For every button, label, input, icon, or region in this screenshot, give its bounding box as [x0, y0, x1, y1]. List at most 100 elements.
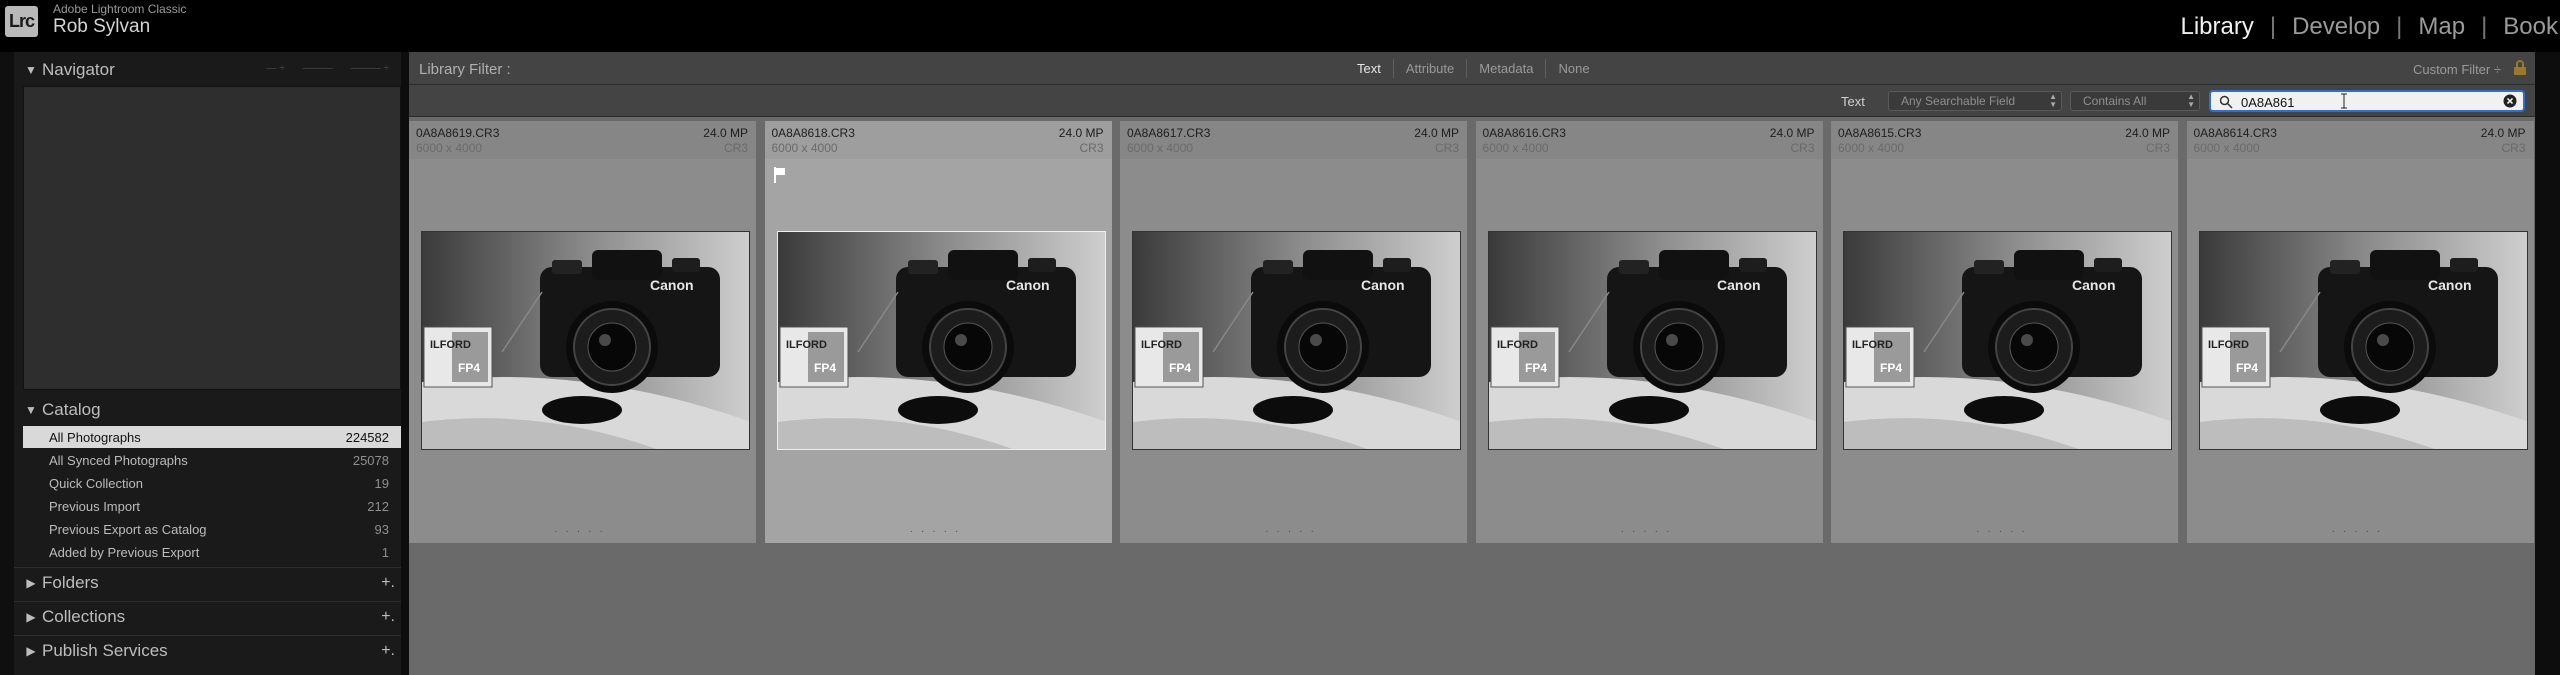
rating-dots[interactable]: ·····	[1831, 526, 2178, 537]
svg-text:Canon: Canon	[2072, 277, 2116, 293]
file-name: 0A8A8617.CR3	[1127, 126, 1211, 140]
navigator-title: Navigator	[42, 60, 115, 79]
module-library[interactable]: Library	[2178, 13, 2255, 41]
svg-text:FP4: FP4	[1880, 361, 1902, 375]
add-publish-service-icon[interactable]: +.	[381, 642, 395, 660]
cell-header: 0A8A8615.CR3 24.0 MP 6000 x 4000 CR3	[1831, 121, 2178, 159]
thumbnail-cell[interactable]: 0A8A8617.CR3 24.0 MP 6000 x 4000 CR3 ILFORD…	[1120, 121, 1469, 543]
folders-title: Folders	[42, 573, 99, 592]
catalog-item-added-by-export[interactable]: Added by Previous Export 1	[23, 541, 401, 563]
navigator-zoom-options[interactable]: — ÷ ——— ——— ÷	[266, 63, 389, 74]
cell-header: 0A8A8617.CR3 24.0 MP 6000 x 4000 CR3	[1120, 121, 1467, 159]
rating-dots[interactable]: ·····	[1476, 526, 1823, 537]
search-field[interactable]	[2209, 90, 2525, 112]
dimensions: 6000 x 4000	[2193, 141, 2260, 155]
catalog-item-label: Previous Import	[49, 498, 141, 514]
dimensions: 6000 x 4000	[1482, 141, 1549, 155]
photo-thumbnail[interactable]: ILFORD FP4 Canon	[421, 231, 750, 450]
catalog-item-all-synced[interactable]: All Synced Photographs 25078	[23, 449, 401, 471]
publish-services-header[interactable]: ▶ Publish Services +.	[14, 635, 401, 667]
file-extension: CR3	[723, 141, 748, 155]
svg-text:ILFORD: ILFORD	[786, 339, 827, 351]
megapixels: 24.0 MP	[1414, 126, 1459, 140]
rating-dots[interactable]: ·····	[409, 526, 756, 537]
module-book[interactable]: Book	[2501, 13, 2560, 41]
searchable-field-dropdown[interactable]: Any Searchable Field ▲ ▼	[1888, 91, 2062, 111]
app-name: Adobe Lightroom Classic	[53, 2, 187, 16]
photo-thumbnail[interactable]: ILFORD FP4 Canon	[776, 231, 1106, 450]
catalog-item-label: Quick Collection	[49, 475, 143, 491]
photo-thumbnail[interactable]: ILFORD FP4 Canon	[1132, 231, 1461, 450]
navigator-header[interactable]: ▼ Navigator — ÷ ——— ——— ÷	[14, 54, 401, 86]
flag-icon[interactable]	[773, 167, 786, 183]
grid-empty-space[interactable]	[409, 543, 2535, 675]
thumbnail-cell[interactable]: 0A8A8615.CR3 24.0 MP 6000 x 4000 CR3 ILFORD…	[1831, 121, 2180, 543]
module-develop[interactable]: Develop	[2290, 13, 2382, 41]
catalog-header[interactable]: ▼ Catalog	[14, 394, 401, 426]
file-extension: CR3	[2145, 141, 2170, 155]
dropdown-value: Contains All	[2083, 94, 2147, 108]
tab-attribute[interactable]: Attribute	[1394, 59, 1466, 78]
camera-photo-thumbnail: ILFORD FP4 Canon	[1488, 232, 1816, 449]
module-map[interactable]: Map	[2416, 13, 2467, 41]
svg-text:FP4: FP4	[458, 361, 480, 375]
search-icon[interactable]	[2219, 95, 2233, 109]
cell-header: 0A8A8614.CR3 24.0 MP 6000 x 4000 CR3	[2186, 121, 2534, 159]
megapixels: 24.0 MP	[703, 126, 748, 140]
module-separator: |	[2269, 13, 2277, 40]
catalog-item-label: All Photographs	[49, 429, 141, 445]
svg-text:ILFORD: ILFORD	[430, 339, 471, 351]
thumbnail-cell[interactable]: 0A8A8616.CR3 24.0 MP 6000 x 4000 CR3 ILFORD…	[1475, 121, 1825, 543]
identity-plate: Lrc Adobe Lightroom Classic Rob Sylvan L…	[0, 0, 2560, 52]
camera-photo-thumbnail: ILFORD FP4 Canon	[777, 232, 1105, 449]
navigator-preview[interactable]	[23, 86, 401, 390]
catalog-item-all-photographs[interactable]: All Photographs 224582	[23, 426, 401, 448]
updown-arrow-icon: ▲ ▼	[2187, 92, 2195, 109]
rating-dots[interactable]: ·····	[765, 526, 1112, 537]
cell-header: 0A8A8619.CR3 24.0 MP 6000 x 4000 CR3	[409, 121, 756, 159]
file-name: 0A8A8618.CR3	[771, 126, 855, 140]
photo-thumbnail[interactable]: ILFORD FP4 Canon	[2198, 231, 2528, 450]
collapse-triangle-icon: ▼	[25, 63, 37, 77]
rating-dots[interactable]: ·····	[1120, 526, 1467, 537]
thumbnail-cell[interactable]: 0A8A8618.CR3 24.0 MP 6000 x 4000 CR3 ILFORD…	[764, 121, 1114, 543]
catalog-title: Catalog	[42, 400, 101, 419]
svg-text:Canon: Canon	[1717, 277, 1761, 293]
tab-none[interactable]: None	[1546, 59, 1601, 78]
thumbnail-grid[interactable]: 0A8A8619.CR3 24.0 MP 6000 x 4000 CR3 ILFORD…	[409, 117, 2536, 675]
megapixels: 24.0 MP	[2480, 126, 2526, 140]
custom-filter-preset[interactable]: Custom Filter ÷	[2413, 62, 2501, 77]
catalog-item-previous-export[interactable]: Previous Export as Catalog 93	[23, 518, 401, 540]
svg-text:FP4: FP4	[2236, 361, 2258, 375]
clear-search-icon[interactable]	[2503, 94, 2517, 108]
catalog-item-previous-import[interactable]: Previous Import 212	[23, 495, 401, 517]
expand-triangle-icon: ▶	[26, 576, 36, 590]
folders-header[interactable]: ▶ Folders +.	[14, 567, 401, 599]
search-input[interactable]	[2241, 93, 2491, 111]
photo-thumbnail[interactable]: ILFORD FP4 Canon	[1487, 231, 1817, 450]
right-panel-gutter[interactable]	[2535, 52, 2560, 675]
file-extension: CR3	[1079, 141, 1104, 155]
svg-text:FP4: FP4	[1525, 361, 1547, 375]
file-name: 0A8A8615.CR3	[1838, 126, 1922, 140]
module-picker: Library | Develop | Map | Book	[2178, 12, 2560, 42]
lock-icon[interactable]	[2513, 60, 2527, 76]
tab-text[interactable]: Text	[1345, 59, 1393, 78]
file-name: 0A8A8614.CR3	[2193, 126, 2277, 140]
camera-photo-thumbnail: ILFORD FP4 Canon	[422, 232, 749, 449]
text-cursor-icon	[2341, 93, 2347, 109]
svg-text:Canon: Canon	[2428, 277, 2472, 293]
thumbnail-cell[interactable]: 0A8A8619.CR3 24.0 MP 6000 x 4000 CR3 ILFORD…	[409, 121, 758, 543]
add-collection-icon[interactable]: +.	[381, 608, 395, 626]
rule-dropdown[interactable]: Contains All ▲ ▼	[2070, 91, 2200, 111]
tab-metadata[interactable]: Metadata	[1467, 59, 1545, 78]
panel-gutter[interactable]	[401, 52, 409, 675]
add-folder-icon[interactable]: +.	[381, 574, 395, 592]
collections-header[interactable]: ▶ Collections +.	[14, 601, 401, 633]
thumbnail-cell[interactable]: 0A8A8614.CR3 24.0 MP 6000 x 4000 CR3 ILFORD…	[2186, 121, 2536, 543]
catalog-item-quick-collection[interactable]: Quick Collection 19	[23, 472, 401, 494]
svg-text:Canon: Canon	[650, 277, 694, 293]
rating-dots[interactable]: ·····	[2187, 526, 2534, 537]
photo-thumbnail[interactable]: ILFORD FP4 Canon	[1843, 231, 2172, 450]
catalog-item-label: All Synced Photographs	[49, 452, 188, 468]
